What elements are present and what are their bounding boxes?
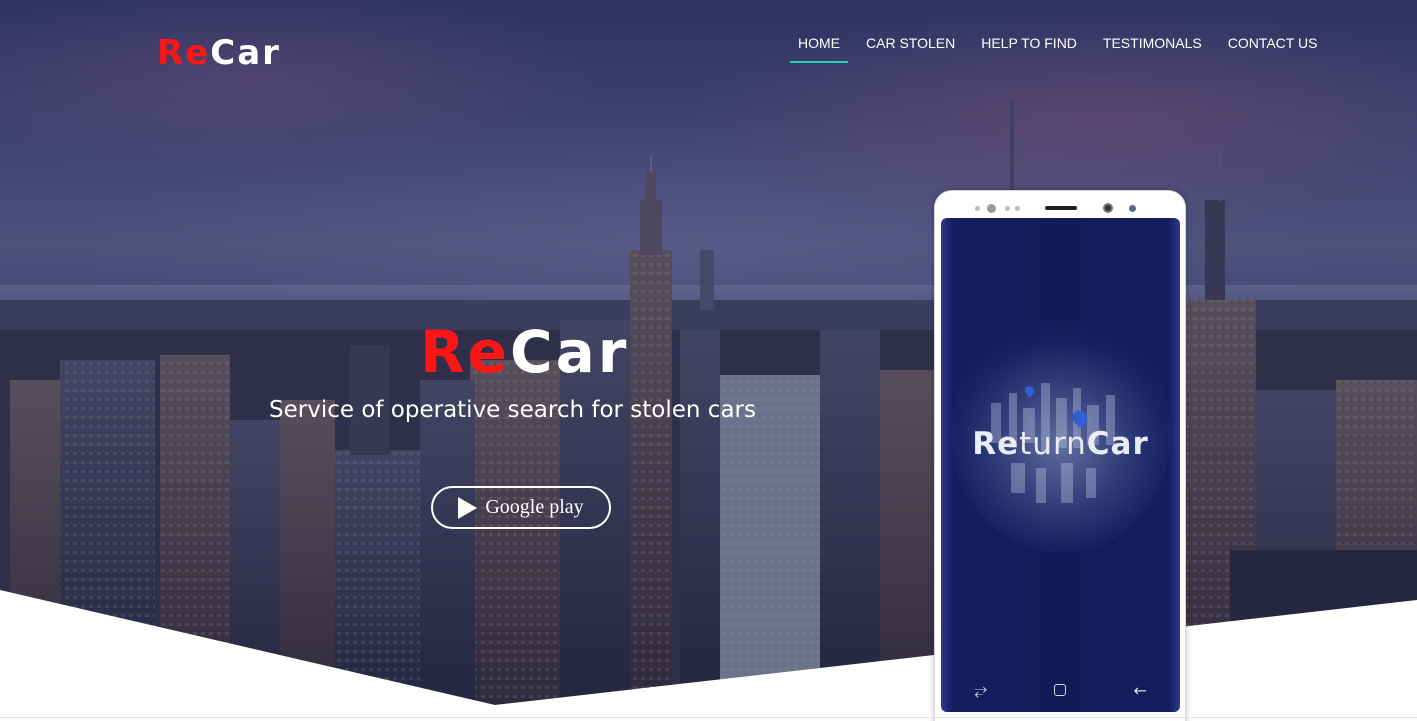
phone-mockup: ReturnCar ⥂ ← [934,190,1186,721]
nav-contact-us[interactable]: CONTACT US [1220,35,1326,63]
google-play-button[interactable]: Google play [431,486,611,529]
phone-speaker [1045,206,1077,210]
app-name-part1: Re [972,426,1020,462]
google-play-label: Google play [485,496,584,518]
sensor-dot [1005,206,1010,211]
app-name-returncar: ReturnCar [941,426,1180,462]
nav-home[interactable]: HOME [790,35,848,63]
hero-subtitle: Service of operative search for stolen c… [269,397,756,423]
phone-softkeys: ⥂ ← [941,678,1180,702]
front-camera-icon [1103,203,1113,213]
play-icon [458,496,478,519]
nav-car-stolen[interactable]: CAR STOLEN [858,35,963,63]
hero-title-prefix: Re [420,318,510,386]
app-name-part3: Car [1086,426,1149,462]
logo-suffix: Car [210,33,281,73]
main-nav: HOME CAR STOLEN HELP TO FIND TESTIMONALS… [790,35,1335,63]
logo-prefix: Re [157,33,211,73]
hero-title: ReCar [420,318,629,386]
sensor-dot [987,204,996,213]
nav-help-to-find[interactable]: HELP TO FIND [973,35,1085,63]
phone-top-bezel [935,201,1185,217]
back-arrow-icon: ← [1133,680,1147,700]
hero-bottom-diagonal [0,590,1417,721]
recent-apps-icon: ⥂ [974,680,988,699]
home-key-icon [1040,681,1080,700]
nav-testimonals[interactable]: TESTIMONALS [1095,35,1210,63]
sensor-dot [975,206,980,211]
sensor-dot [1129,205,1136,212]
sensor-dot [1015,206,1020,211]
phone-screen: ReturnCar ⥂ ← [941,218,1180,712]
hero-section [0,0,1417,721]
site-logo[interactable]: ReCar [157,33,281,73]
hero-title-suffix: Car [510,318,630,386]
app-name-part2: turn [1019,426,1087,462]
page-divider [0,717,1417,718]
